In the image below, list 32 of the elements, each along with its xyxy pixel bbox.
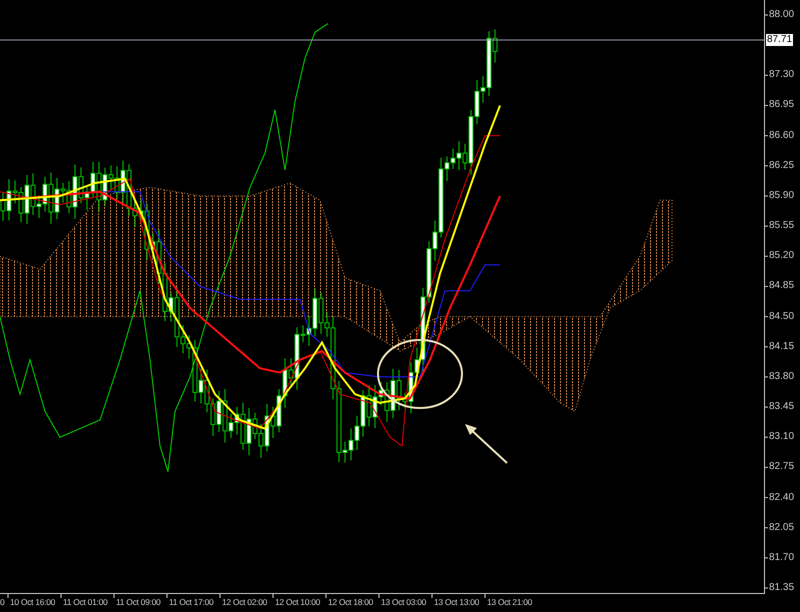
current-price-label: 87.71: [766, 34, 794, 46]
price-label: 82.05: [769, 522, 794, 534]
price-label: 82.75: [769, 461, 794, 474]
price-label: 85.55: [769, 220, 794, 232]
time-label: 11 Oct 01:00: [63, 597, 108, 608]
time-label: 12 Oct 02:00: [222, 597, 268, 608]
time-label: 11 Oct 09:00: [116, 597, 160, 608]
time-label: 13 Oct 21:00: [487, 597, 532, 608]
price-label: 85.90: [769, 190, 794, 202]
price-label: 84.50: [769, 310, 794, 323]
time-label: 10 Oct 16:00: [10, 597, 56, 608]
price-label: 83.45: [769, 401, 794, 414]
time-label: 12 Oct 10:00: [275, 597, 320, 608]
annotation-arrow: [465, 424, 508, 464]
time-label: 13 Oct 03:00: [381, 597, 426, 608]
price-label: 87.30: [769, 69, 794, 82]
price-label: 84.15: [769, 340, 794, 353]
price-label: 85.20: [769, 250, 794, 262]
time-label: 11 Oct 17:00: [169, 597, 214, 608]
price-label: 82.40: [769, 492, 794, 504]
time-label: 12 Oct 18:00: [328, 597, 374, 608]
price-label: 86.60: [769, 130, 794, 142]
price-label: 83.80: [769, 370, 794, 383]
price-label: 88.00: [769, 9, 794, 21]
time-label: 13 Oct 13:00: [434, 597, 480, 608]
price-label: 83.10: [769, 431, 794, 444]
price-label: 84.85: [769, 280, 794, 292]
price-label: 81.70: [769, 552, 794, 564]
time-label: 0: [0, 597, 4, 608]
price-label: 81.35: [769, 582, 794, 594]
price-label: 86.25: [769, 160, 794, 172]
price-label: 86.95: [769, 99, 794, 112]
